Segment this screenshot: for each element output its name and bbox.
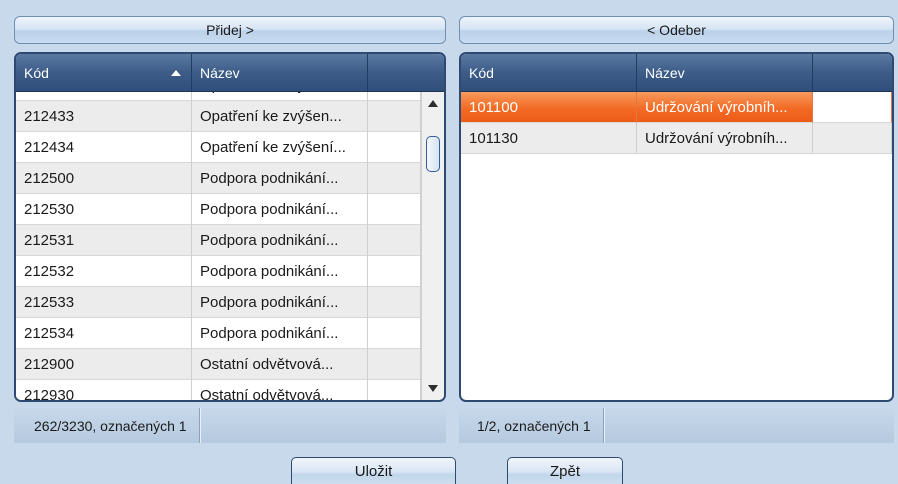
cell-empty xyxy=(368,163,421,194)
add-button[interactable]: Přidej > xyxy=(14,16,446,44)
column-header-nazev[interactable]: Název xyxy=(192,54,368,91)
cell-kod: 212930 xyxy=(16,380,192,400)
cell-empty xyxy=(368,132,421,163)
available-items-grid: Kód Název Opatření ke zvýšení... 212433 … xyxy=(14,52,446,402)
column-header-label: Název xyxy=(200,64,240,81)
grid-rows: 101100 Udržování výrobníh... 101130 Udrž… xyxy=(461,92,892,400)
column-header-nazev[interactable]: Název xyxy=(637,54,813,91)
grid-header: Kód Název xyxy=(461,54,892,92)
cell-nazev: Opatření ke zvýšení... xyxy=(192,132,368,163)
right-status-bar: 1/2, označených 1 xyxy=(459,408,894,443)
cell-empty xyxy=(813,92,892,123)
cell-nazev: Ostatní odvětvová... xyxy=(192,349,368,380)
remove-button[interactable]: < Odeber xyxy=(459,16,894,44)
cell-empty xyxy=(368,318,421,349)
table-row[interactable]: Opatření ke zvýšení... xyxy=(16,92,421,101)
sort-ascending-icon xyxy=(171,70,181,76)
scroll-thumb[interactable] xyxy=(426,136,440,172)
table-row[interactable]: 212530 Podpora podnikání... xyxy=(16,194,421,225)
status-text: 1/2, označených 1 xyxy=(459,408,604,443)
selected-items-grid: Kód Název 101100 Udržování výrobníh... 1… xyxy=(459,52,894,402)
cell-nazev: Podpora podnikání... xyxy=(192,225,368,256)
table-row[interactable]: 212433 Opatření ke zvýšen... xyxy=(16,101,421,132)
back-button[interactable]: Zpět xyxy=(507,457,623,484)
save-button[interactable]: Uložit xyxy=(291,457,456,484)
grid-header: Kód Název xyxy=(16,54,444,92)
cell-kod: 212434 xyxy=(16,132,192,163)
table-row[interactable]: 101130 Udržování výrobníh... xyxy=(461,123,892,154)
cell-kod: 212530 xyxy=(16,194,192,225)
cell-nazev: Udržování výrobníh... xyxy=(637,123,813,154)
cell-nazev: Podpora podnikání... xyxy=(192,163,368,194)
cell-kod: 101130 xyxy=(461,123,637,154)
cell-kod: 212500 xyxy=(16,163,192,194)
grid-rows: Opatření ke zvýšení... 212433 Opatření k… xyxy=(16,92,421,400)
table-row[interactable]: 212500 Podpora podnikání... xyxy=(16,163,421,194)
cell-empty xyxy=(368,287,421,318)
table-row-selected[interactable]: 101100 Udržování výrobníh... xyxy=(461,92,892,123)
cell-nazev: Podpora podnikání... xyxy=(192,194,368,225)
cell-nazev: Podpora podnikání... xyxy=(192,287,368,318)
cell-empty xyxy=(813,123,892,154)
status-text: 262/3230, označených 1 xyxy=(14,408,200,443)
table-row[interactable]: 212900 Ostatní odvětvová... xyxy=(16,349,421,380)
cell-empty xyxy=(368,92,421,101)
cell-empty xyxy=(368,349,421,380)
cell-nazev: Ostatní odvětvová... xyxy=(192,380,368,400)
cell-nazev: Udržování výrobníh... xyxy=(637,92,813,123)
column-header-label: Kód xyxy=(24,64,49,81)
cell-kod: 212534 xyxy=(16,318,192,349)
column-header-empty[interactable] xyxy=(368,54,444,91)
column-header-label: Název xyxy=(645,64,685,81)
column-header-kod[interactable]: Kód xyxy=(16,54,192,91)
column-header-kod[interactable]: Kód xyxy=(461,54,637,91)
table-row[interactable]: 212930 Ostatní odvětvová... xyxy=(16,380,421,400)
table-row[interactable]: 212534 Podpora podnikání... xyxy=(16,318,421,349)
table-row[interactable]: 212531 Podpora podnikání... xyxy=(16,225,421,256)
cell-nazev: Podpora podnikání... xyxy=(192,256,368,287)
cell-empty xyxy=(368,194,421,225)
cell-kod: 101100 xyxy=(461,92,637,123)
table-row[interactable]: 212533 Podpora podnikání... xyxy=(16,287,421,318)
cell-empty xyxy=(368,225,421,256)
cell-nazev: Podpora podnikání... xyxy=(192,318,368,349)
column-header-label: Kód xyxy=(469,64,494,81)
cell-empty xyxy=(368,101,421,132)
cell-nazev: Opatření ke zvýšen... xyxy=(192,101,368,132)
cell-empty xyxy=(368,380,421,400)
cell-kod: 212433 xyxy=(16,101,192,132)
cell-nazev: Opatření ke zvýšení... xyxy=(192,92,368,101)
cell-kod: 212531 xyxy=(16,225,192,256)
cell-empty xyxy=(368,256,421,287)
vertical-scrollbar[interactable] xyxy=(421,92,444,400)
cell-kod: 212532 xyxy=(16,256,192,287)
cell-kod: 212900 xyxy=(16,349,192,380)
left-status-bar: 262/3230, označených 1 xyxy=(14,408,446,443)
scroll-up-icon[interactable] xyxy=(428,100,438,107)
cell-kod xyxy=(16,92,192,101)
table-row[interactable]: 212434 Opatření ke zvýšení... xyxy=(16,132,421,163)
scroll-down-icon[interactable] xyxy=(428,385,438,392)
cell-kod: 212533 xyxy=(16,287,192,318)
table-row[interactable]: 212532 Podpora podnikání... xyxy=(16,256,421,287)
column-header-empty[interactable] xyxy=(813,54,892,91)
